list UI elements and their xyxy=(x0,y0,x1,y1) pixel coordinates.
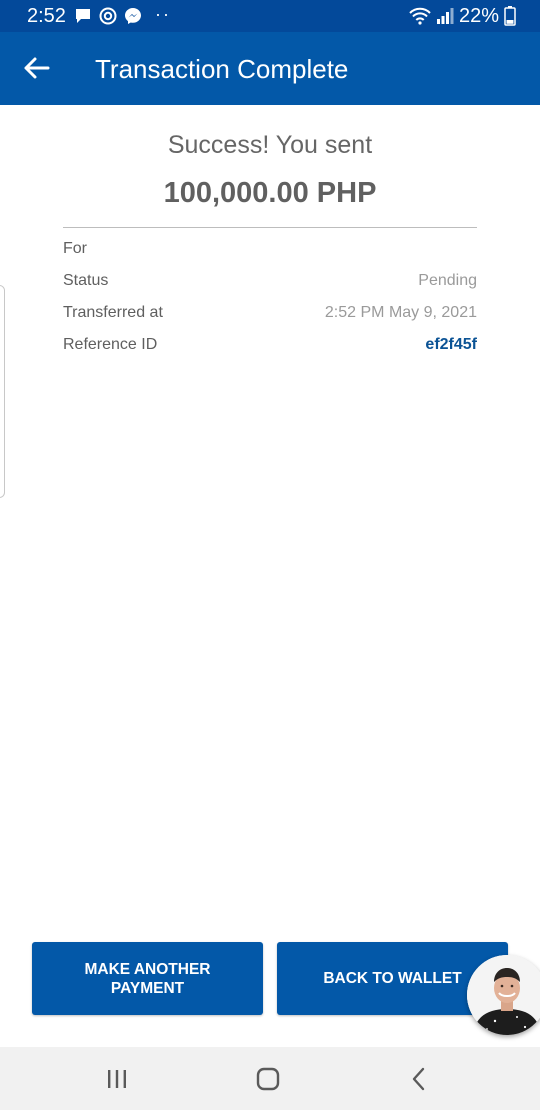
transferred-at-value: 2:52 PM May 9, 2021 xyxy=(324,304,477,321)
home-icon[interactable] xyxy=(255,1066,281,1092)
system-nav-bar xyxy=(0,1047,540,1110)
detail-label: Reference ID xyxy=(63,336,158,353)
detail-row-reference-id: Reference ID ef2f45f xyxy=(63,333,477,357)
signal-icon xyxy=(436,8,454,24)
app-bar: Transaction Complete xyxy=(0,32,540,105)
reference-id-value[interactable]: ef2f45f xyxy=(425,333,477,357)
battery-percent: 22% xyxy=(458,5,499,27)
page-title: Transaction Complete xyxy=(95,54,349,84)
detail-label: Status xyxy=(63,272,109,289)
messenger-icon xyxy=(125,8,141,24)
edge-panel-handle[interactable] xyxy=(0,285,5,498)
detail-row-status: Status Pending xyxy=(63,269,477,293)
back-icon[interactable] xyxy=(406,1066,432,1092)
detail-label: Transferred at xyxy=(63,304,163,321)
detail-row-transferred-at: Transferred at 2:52 PM May 9, 2021 xyxy=(63,301,477,325)
battery-icon xyxy=(504,6,516,26)
back-to-wallet-label: BACK TO WALLET xyxy=(323,970,462,987)
avatar-chat-head[interactable] xyxy=(467,955,540,1035)
status-more-dots: ·· xyxy=(155,4,171,24)
recent-apps-icon[interactable] xyxy=(104,1066,130,1092)
divider xyxy=(63,227,477,228)
avatar-image xyxy=(467,955,540,1035)
wifi-icon xyxy=(409,7,431,25)
back-arrow-icon[interactable] xyxy=(22,56,50,80)
detail-row-for: For xyxy=(63,237,477,261)
status-time: 2:52 xyxy=(27,5,66,27)
viber-icon xyxy=(99,7,117,25)
make-another-payment-button[interactable]: MAKE ANOTHER PAYMENT xyxy=(32,942,263,1015)
status-value: Pending xyxy=(418,272,477,289)
success-message: Success! You sent xyxy=(167,131,373,159)
sent-amount: 100,000.00 PHP xyxy=(163,177,377,209)
make-another-payment-label: MAKE ANOTHER PAYMENT xyxy=(84,960,211,997)
detail-label: For xyxy=(63,240,87,257)
status-bar: 2:52 ·· 22% xyxy=(0,0,540,32)
status-right-group: 22% xyxy=(409,4,516,28)
chat-notification-icon xyxy=(76,9,90,23)
